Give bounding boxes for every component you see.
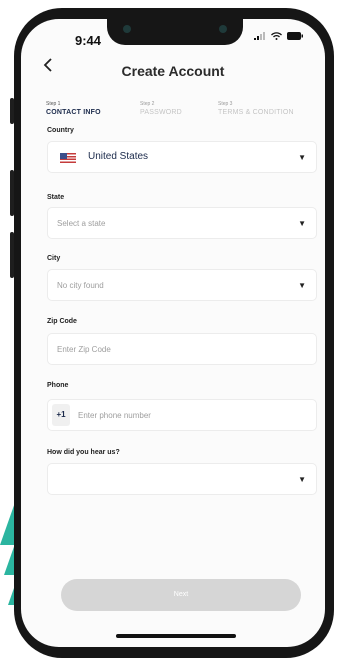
city-select[interactable]: No city found ▼ bbox=[47, 269, 317, 301]
city-placeholder: No city found bbox=[57, 281, 104, 290]
country-select[interactable]: United States ▼ bbox=[47, 141, 317, 173]
phone-input[interactable]: +1 Enter phone number bbox=[47, 399, 317, 431]
referral-label: How did you hear us? bbox=[47, 449, 120, 456]
city-label: City bbox=[47, 255, 61, 262]
zip-label: Zip Code bbox=[47, 318, 77, 325]
step-password: Step 2 PASSWORD bbox=[140, 101, 182, 116]
page-title: Create Account bbox=[121, 63, 225, 79]
step-contact-info: Step 1 CONTACT INFO bbox=[46, 101, 101, 116]
step-label: CONTACT INFO bbox=[46, 109, 101, 116]
country-value: United States bbox=[88, 151, 149, 162]
state-placeholder: Select a state bbox=[57, 219, 106, 228]
home-indicator bbox=[116, 634, 236, 638]
zip-input[interactable]: Enter Zip Code bbox=[47, 333, 317, 365]
signal-icon bbox=[254, 32, 265, 40]
step-number: Step 3 bbox=[218, 101, 233, 107]
phone-label: Phone bbox=[47, 382, 69, 389]
caret-down-icon: ▼ bbox=[298, 281, 306, 290]
phone-prefix[interactable]: +1 bbox=[52, 404, 70, 426]
step-indicator: Step 1 CONTACT INFO Step 2 PASSWORD Step… bbox=[46, 101, 314, 123]
zip-placeholder: Enter Zip Code bbox=[57, 345, 111, 354]
referral-select[interactable]: ▼ bbox=[47, 463, 317, 495]
status-icons bbox=[254, 32, 303, 40]
step-number: Step 2 bbox=[140, 101, 155, 107]
caret-down-icon: ▼ bbox=[298, 475, 306, 484]
step-terms: Step 3 TERMS & CONDITION bbox=[218, 101, 294, 116]
caret-down-icon: ▼ bbox=[298, 153, 306, 162]
step-label: PASSWORD bbox=[140, 109, 182, 116]
country-label: Country bbox=[47, 127, 74, 134]
phone-placeholder: Enter phone number bbox=[78, 411, 151, 420]
step-label: TERMS & CONDITION bbox=[218, 109, 294, 116]
us-flag-icon bbox=[60, 153, 76, 163]
phone-notch bbox=[107, 19, 243, 45]
state-select[interactable]: Select a state ▼ bbox=[47, 207, 317, 239]
step-number: Step 1 bbox=[46, 101, 61, 107]
sensor-icon bbox=[219, 25, 227, 33]
wifi-icon bbox=[271, 32, 282, 40]
app-screen: 9:44 Create Account Step 1 CONTACT INFO … bbox=[21, 19, 325, 647]
caret-down-icon: ▼ bbox=[298, 219, 306, 228]
battery-icon bbox=[287, 32, 303, 40]
status-time: 9:44 bbox=[75, 33, 102, 48]
next-button[interactable]: Next bbox=[61, 579, 301, 611]
camera-icon bbox=[123, 25, 131, 33]
state-label: State bbox=[47, 194, 65, 201]
